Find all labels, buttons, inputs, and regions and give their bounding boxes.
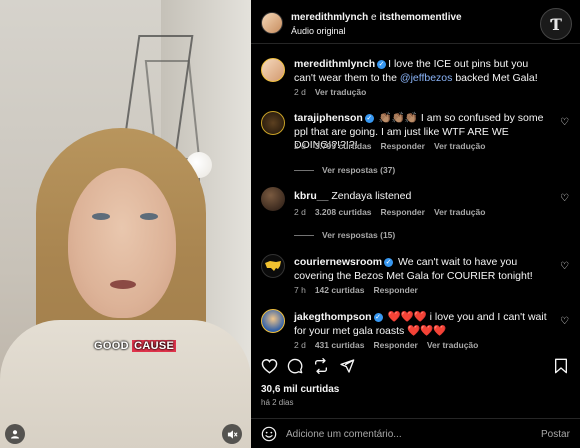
person-eye [92,213,110,220]
comment-text: jakegthompson ✓ ❤️❤️❤️ i love you and I c… [294,311,552,338]
like-comment-heart-icon[interactable]: ♡ [560,316,569,327]
person-face [68,168,176,318]
reply-button[interactable]: Responder [373,285,417,295]
mute-button[interactable] [222,424,242,444]
comment-username[interactable]: meredithmlynch [294,58,375,70]
save-button[interactable] [551,356,571,376]
comment-input[interactable] [286,425,516,443]
translate-link[interactable]: Ver tradução [315,87,367,97]
comment-meta: 2 d Ver tradução [294,87,375,97]
like-comment-heart-icon[interactable]: ♡ [560,193,569,204]
post-likes-count[interactable]: 30,6 mil curtidas [261,384,339,395]
translate-link[interactable]: Ver tradução [434,141,486,151]
heart-icon [261,359,277,374]
verified-badge-icon: ✓ [364,113,374,123]
like-comment-heart-icon[interactable]: ♡ [560,117,569,128]
emoji-icon[interactable] [261,426,277,442]
person-mouth [110,280,136,289]
view-replies-label: Ver respostas (37) [322,165,396,175]
comment-text: couriernewsroom ✓ We can't wait to have y… [294,256,552,283]
comment-body: backed Met Gala! [452,71,538,84]
comment-time: 2 d [294,340,306,350]
comment-button[interactable] [285,356,305,376]
comment-time: 2 d [294,141,306,151]
share-button[interactable] [337,356,357,376]
comment-username[interactable]: tarajiphenson [294,112,363,124]
repost-icon [315,358,327,374]
commenter-avatar[interactable] [261,58,285,82]
comment-meta: 2 d 3.208 curtidas Responder Ver tradução [294,207,494,217]
verified-badge-icon: ✓ [377,59,387,69]
commenter-avatar[interactable] [261,187,285,211]
comment-time: 7 h [294,285,306,295]
replies-line [294,235,314,237]
post-timestamp: há 2 dias [261,398,294,407]
caption-word: GOOD [94,340,129,352]
speaker-muted-icon [227,429,238,439]
comment-time: 2 d [294,207,306,217]
view-replies-button[interactable]: Ver respostas (15) [294,230,395,240]
like-button[interactable] [259,356,279,376]
comment-username[interactable]: couriernewsroom [294,256,382,268]
comment-text: kbru__ Zendaya listened [294,190,552,204]
person-eye [140,213,158,220]
comment-likes[interactable]: 431 curtidas [315,340,365,350]
comment-username[interactable]: jakegthompson [294,311,372,323]
replies-line [294,170,314,172]
tagged-users-button[interactable] [5,424,25,444]
bookmark-icon [555,358,567,374]
post-comment-button[interactable]: Postar [541,429,570,440]
author-avatar[interactable] [261,12,283,34]
post-header: meredithmlynch e itsthemomentlive Áudio … [251,0,580,44]
comment-bubble-icon [287,358,303,374]
post-authors: meredithmlynch e itsthemomentlive [291,12,462,23]
user-icon [11,430,19,439]
video-caption: GOOD CAUSE [94,340,177,352]
repost-button[interactable] [311,356,331,376]
comment-text: meredithmlynch ✓ I love the ICE out pins b… [294,58,552,85]
commenter-avatar[interactable] [261,111,285,135]
translate-link[interactable]: Ver tradução [427,340,479,350]
view-replies-button[interactable]: Ver respostas (37) [294,165,395,175]
us-map-icon [265,261,281,271]
comment-likes[interactable]: 3.208 curtidas [315,207,372,217]
authors-joiner: e [368,12,380,23]
reply-button[interactable]: Responder [381,141,425,151]
paper-plane-icon [340,359,355,373]
post-actions [251,352,580,380]
translate-link[interactable]: Ver tradução [434,207,486,217]
reply-button[interactable]: Responder [381,207,425,217]
comment-meta: 2 d 431 curtidas Responder Ver tradução [294,340,487,350]
author-username[interactable]: meredithmlynch [291,12,368,23]
add-comment-bar: Postar [251,418,580,448]
caption-word-highlight: CAUSE [132,340,177,352]
commenter-avatar[interactable] [261,254,285,278]
commenter-avatar[interactable] [261,309,285,333]
verified-badge-icon: ✓ [384,257,394,267]
comments-panel: meredithmlynch e itsthemomentlive Áudio … [251,0,580,448]
reel-video[interactable]: GOOD CAUSE [0,0,251,448]
reply-button[interactable]: Responder [373,340,417,350]
coauthor-username[interactable]: itsthemomentlive [379,12,461,23]
audio-link[interactable]: Áudio original [291,26,346,36]
like-comment-heart-icon[interactable]: ♡ [560,261,569,272]
comment-likes[interactable]: 3.799 curtidas [315,141,372,151]
mention-link[interactable]: @jeffbezos [400,72,453,84]
comment-meta: 7 h 142 curtidas Responder [294,285,427,295]
verified-badge-icon: ✓ [373,312,383,322]
view-replies-label: Ver respostas (15) [322,230,396,240]
threads-logo-icon[interactable]: Ƭ [540,8,572,40]
comment-username[interactable]: kbru__ [294,190,328,202]
comment-likes[interactable]: 142 curtidas [315,285,365,295]
comment-body: Zendaya listened [331,190,412,202]
comment-meta: 2 d 3.799 curtidas Responder Ver tradução [294,141,494,151]
comment-time: 2 d [294,87,306,97]
